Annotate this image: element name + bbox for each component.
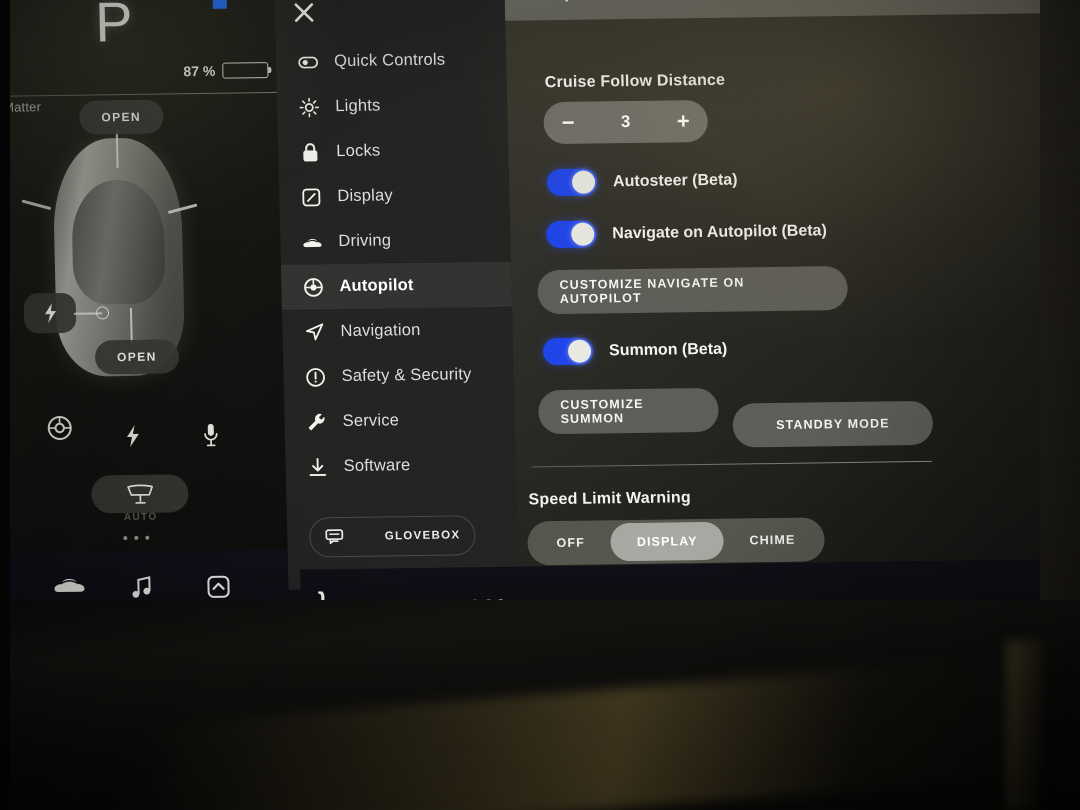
close-icon[interactable]	[289, 0, 320, 28]
summon-label: Summon (Beta)	[608, 340, 728, 359]
navigate-on-autopilot-row: Navigate on Autopilot (Beta)	[545, 217, 827, 249]
music-note-icon[interactable]	[130, 576, 153, 600]
sidebar-item-label: Safety & Security	[341, 365, 472, 386]
sidebar-item-display[interactable]: Display	[279, 172, 510, 220]
sidebar-item-locks[interactable]: Locks	[278, 127, 509, 175]
steering-wheel-icon[interactable]	[46, 415, 73, 441]
sidebar-item-autopilot[interactable]: Autopilot	[280, 261, 512, 310]
charge-port-button[interactable]	[23, 292, 77, 334]
sidebar-item-label: Navigation	[340, 320, 421, 341]
cruise-follow-distance-label: Cruise Follow Distance	[544, 71, 726, 92]
sidebar-item-label: Software	[343, 456, 411, 476]
battery-percent-label: 87 %	[183, 62, 216, 80]
divider	[0, 91, 279, 98]
alert-circle-icon	[305, 367, 325, 387]
tesla-touchscreen-photo: 7:07 AM 74° F Easy Entry	[0, 0, 1080, 810]
section-divider	[531, 460, 932, 468]
rear-trunk-open-button[interactable]: OPEN	[94, 339, 180, 375]
glovebox-label: GLOVEBOX	[384, 529, 461, 543]
vehicle-quick-icons	[0, 406, 298, 470]
car-icon[interactable]	[52, 575, 86, 595]
wiper-mode-label: AUTO	[123, 511, 158, 524]
car-glass	[70, 179, 166, 305]
sidebar-item-driving[interactable]: Driving	[280, 217, 511, 265]
blue-edge-tab	[212, 0, 227, 9]
quick-controls-icon	[298, 52, 319, 72]
speed-limit-warning-segmented-control[interactable]: OFF DISPLAY CHIME	[527, 517, 825, 566]
sidebar-item-label: Lights	[334, 96, 381, 116]
customize-navigate-on-autopilot-button[interactable]: CUSTOMIZE NAVIGATE ON AUTOPILOT	[537, 265, 849, 315]
download-icon	[307, 457, 327, 477]
gear-indicator: P	[94, 0, 135, 54]
battery-indicator[interactable]: 87 %	[183, 62, 269, 80]
sidebar-item-software[interactable]: Software	[285, 442, 516, 490]
glovebox-icon	[324, 528, 344, 546]
sidebar-item-label: Quick Controls	[333, 50, 446, 71]
sidebar-item-label: Driving	[338, 231, 392, 251]
navigation-icon	[304, 322, 324, 342]
bolt-icon[interactable]	[125, 424, 142, 448]
sidebar-item-safety-security[interactable]: Safety & Security	[283, 352, 514, 400]
car-icon	[302, 232, 322, 252]
sidebar-item-quick-controls[interactable]: Quick Controls	[276, 37, 507, 85]
front-trunk-open-button[interactable]: OPEN	[79, 99, 164, 135]
settings-menu-pane: Quick Controls Lights Locks Display Driving A…	[273, 0, 519, 590]
sidebar-item-label: Autopilot	[339, 276, 414, 296]
sidebar-item-service[interactable]: Service	[284, 397, 515, 445]
speed-limit-warning-option-display[interactable]: DISPLAY	[610, 521, 725, 562]
glovebox-button[interactable]: GLOVEBOX	[308, 515, 476, 558]
wiper-button[interactable]	[90, 474, 189, 514]
mirror-left	[21, 199, 52, 211]
summon-toggle[interactable]	[542, 337, 594, 366]
battery-icon	[222, 62, 269, 79]
lights-icon	[299, 97, 320, 117]
speed-limit-warning-option-chime[interactable]: CHIME	[723, 520, 822, 559]
microphone-icon[interactable]	[203, 423, 220, 447]
cruise-follow-distance-value: 3	[620, 112, 631, 132]
cruise-follow-distance-stepper[interactable]: − 3 +	[543, 99, 709, 145]
apps-icon[interactable]	[206, 575, 231, 599]
autosteer-label: Autosteer (Beta)	[612, 171, 738, 190]
wrench-icon	[306, 412, 326, 432]
navigate-on-autopilot-toggle[interactable]	[545, 220, 597, 249]
display-icon	[301, 187, 321, 207]
summon-row: Summon (Beta)	[542, 336, 728, 366]
sidebar-item-label: Display	[337, 186, 394, 206]
screen-surface: 7:07 AM 74° F Easy Entry	[0, 0, 1080, 654]
autosteer-toggle[interactable]	[546, 168, 598, 197]
autosteer-row: Autosteer (Beta)	[546, 167, 738, 197]
page-title: Autopilot	[524, 0, 601, 3]
speed-limit-warning-label: Speed Limit Warning	[528, 489, 692, 509]
lock-icon	[300, 142, 320, 162]
steering-wheel-icon	[303, 277, 323, 297]
speed-limit-warning-option-off[interactable]: OFF	[530, 523, 611, 562]
navigate-on-autopilot-label: Navigate on Autopilot (Beta)	[612, 221, 827, 242]
more-dots-icon[interactable]	[123, 535, 150, 541]
standby-mode-button[interactable]: STANDBY MODE	[732, 400, 934, 448]
customize-summon-button[interactable]: CUSTOMIZE SUMMON	[537, 387, 719, 435]
increment-button[interactable]: +	[676, 108, 689, 133]
sidebar-item-label: Service	[342, 411, 400, 431]
settings-header: Autopilot	[503, 0, 1078, 21]
dashboard-pillar	[1006, 640, 1042, 810]
interior-left-edge	[0, 0, 10, 810]
autopilot-settings-pane: Autopilot Cruise Follow Distance − 3 + A…	[503, 0, 1080, 647]
sidebar-item-navigation[interactable]: Navigation	[282, 307, 513, 355]
decrement-button[interactable]: −	[561, 110, 574, 135]
settings-menu-list: Quick Controls Lights Locks Display Driving A…	[276, 37, 517, 490]
sidebar-item-label: Locks	[336, 141, 381, 161]
sidebar-item-lights[interactable]: Lights	[277, 82, 508, 130]
charge-port-marker	[95, 306, 110, 320]
